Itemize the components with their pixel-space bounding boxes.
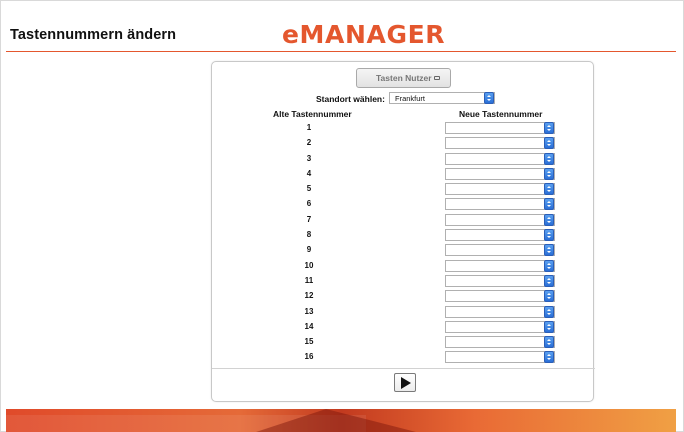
tab-user-keys-button[interactable]: Tasten Nutzer — [356, 68, 451, 88]
select-stepper-icon — [544, 198, 554, 211]
tab-user-keys-label: Tasten Nutzer — [376, 73, 432, 83]
header: Tastennummern ändern eMANAGER — [0, 0, 684, 52]
key-row: 2 — [212, 135, 595, 150]
key-row: 16 — [212, 349, 595, 364]
key-row: 11 — [212, 273, 595, 288]
footer-facet-dark — [256, 409, 416, 432]
old-key-number: 7 — [306, 214, 312, 224]
new-key-select[interactable] — [445, 351, 555, 364]
location-select[interactable]: Frankfurt — [389, 92, 495, 104]
play-icon — [401, 377, 411, 389]
select-stepper-icon — [544, 152, 554, 165]
key-row: 13 — [212, 304, 595, 319]
column-header-old-key: Alte Tastennummer — [273, 109, 352, 119]
key-row: 3 — [212, 151, 595, 166]
new-key-select[interactable] — [445, 274, 555, 287]
key-rows-list: 1 2 3 4 5 6 7 8 9 10 11 12 13 14 15 16 — [212, 120, 595, 365]
new-key-select[interactable] — [445, 152, 555, 165]
select-stepper-icon — [544, 336, 554, 349]
key-row: 14 — [212, 319, 595, 334]
key-row: 7 — [212, 212, 595, 227]
location-label: Standort wählen: — [316, 94, 385, 104]
footer-banner — [6, 409, 676, 432]
select-stepper-icon — [484, 92, 494, 104]
select-stepper-icon — [544, 351, 554, 364]
old-key-number: 10 — [304, 260, 314, 270]
old-key-number: 14 — [304, 321, 314, 331]
column-header-new-key: Neue Tastennummer — [459, 109, 543, 119]
new-key-select[interactable] — [445, 198, 555, 211]
select-stepper-icon — [544, 274, 554, 287]
new-key-select[interactable] — [445, 244, 555, 257]
select-stepper-icon — [544, 183, 554, 196]
old-key-number: 9 — [306, 245, 312, 255]
old-key-number: 3 — [306, 153, 312, 163]
old-key-number: 4 — [306, 168, 312, 178]
new-key-select[interactable] — [445, 336, 555, 349]
new-key-select[interactable] — [445, 213, 555, 226]
key-row: 10 — [212, 258, 595, 273]
key-change-panel: Tasten Nutzer Standort wählen: Frankfurt… — [211, 61, 595, 402]
old-key-number: 1 — [306, 123, 312, 132]
old-key-number: 12 — [304, 291, 314, 301]
key-row: 12 — [212, 288, 595, 303]
emanager-logo: eMANAGER — [282, 20, 482, 50]
panel-divider — [212, 368, 595, 369]
select-stepper-icon — [544, 320, 554, 333]
select-stepper-icon — [544, 167, 554, 180]
location-selected-value: Frankfurt — [395, 94, 426, 103]
new-key-select[interactable] — [445, 229, 555, 242]
new-key-select[interactable] — [445, 137, 555, 150]
page-title: Tastennummern ändern — [10, 27, 177, 43]
header-divider — [6, 51, 676, 52]
key-row: 1 — [212, 120, 595, 135]
window-icon — [434, 76, 440, 80]
key-row: 15 — [212, 334, 595, 349]
old-key-number: 6 — [306, 199, 312, 209]
select-stepper-icon — [544, 213, 554, 226]
key-row: 5 — [212, 181, 595, 196]
new-key-select[interactable] — [445, 259, 555, 272]
old-key-number: 15 — [304, 337, 314, 347]
select-stepper-icon — [544, 122, 554, 134]
old-key-number: 11 — [304, 275, 314, 285]
select-stepper-icon — [544, 290, 554, 303]
old-key-number: 8 — [306, 230, 312, 240]
key-row: 4 — [212, 166, 595, 181]
key-row: 9 — [212, 242, 595, 257]
new-key-select[interactable] — [445, 167, 555, 180]
key-row: 6 — [212, 196, 595, 211]
new-key-select[interactable] — [445, 305, 555, 318]
old-key-number: 5 — [306, 184, 312, 194]
select-stepper-icon — [544, 137, 554, 150]
new-key-select[interactable] — [445, 320, 555, 333]
key-row: 8 — [212, 227, 595, 242]
new-key-select[interactable] — [445, 183, 555, 196]
logo-text: eMANAGER — [282, 20, 446, 49]
new-key-select[interactable] — [445, 290, 555, 303]
select-stepper-icon — [544, 259, 554, 272]
select-stepper-icon — [544, 305, 554, 318]
old-key-number: 16 — [304, 352, 314, 362]
select-stepper-icon — [544, 229, 554, 242]
old-key-number: 13 — [304, 306, 314, 316]
select-stepper-icon — [544, 244, 554, 257]
new-key-select[interactable] — [445, 122, 555, 134]
submit-play-button[interactable] — [394, 373, 416, 392]
old-key-number: 2 — [306, 138, 312, 148]
